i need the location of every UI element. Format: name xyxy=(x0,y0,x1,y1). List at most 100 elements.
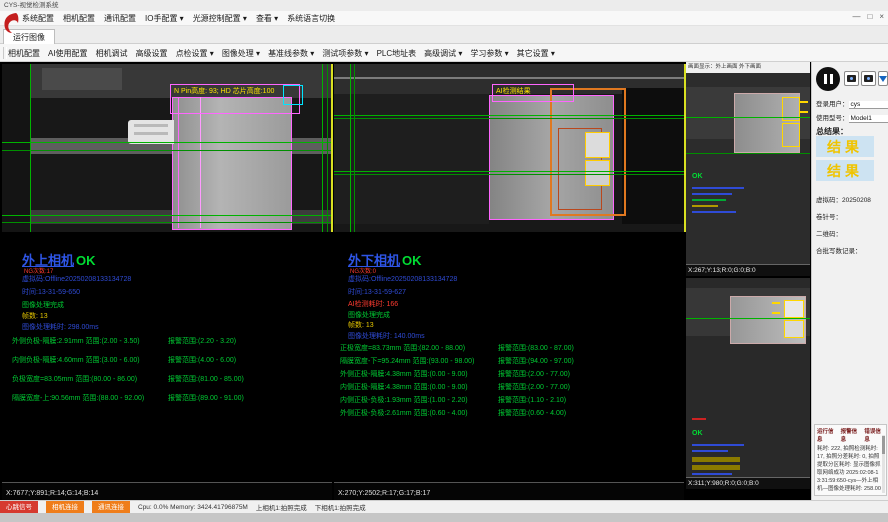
dropdown-button[interactable] xyxy=(878,71,888,86)
menu-item-language[interactable]: 系统语言切换 xyxy=(287,13,335,24)
model-row: 使用型号：Model1 xyxy=(816,112,888,123)
alarm-range: 报警范围:(94.00 - 97.00) xyxy=(498,356,574,366)
toolbar-item-spot-check[interactable]: 点检设置 ▾ xyxy=(176,48,214,59)
measurement-value: 负极宽度=83.05mm 范围:(80.00 - 86.00) xyxy=(12,376,137,383)
measurement-value: 隔膜宽度-下=95.24mm 范围:(93.00 - 98.00) xyxy=(340,358,474,365)
maximize-icon[interactable]: □ xyxy=(867,12,872,21)
measurement-row: 隔膜宽度-上:90.56mm 范围:(88.00 - 92.00) 报警范围:(… xyxy=(12,393,330,403)
center-status-ok: OK xyxy=(402,253,422,268)
center-panel-footer: X:270;Y:2502;R:17;G:17;B:17 xyxy=(334,482,684,500)
center-process-done: 图像处理完成 xyxy=(348,310,390,320)
preview-b-status: OK xyxy=(692,430,703,437)
measurement-value: 内侧正极-隔膜:4.38mm 范围:(0.00 - 9.00) xyxy=(340,384,468,391)
result-box-2: 结果 xyxy=(816,160,874,181)
close-icon[interactable]: × xyxy=(879,12,884,21)
toolbar-item-other-settings[interactable]: 其它设置 ▾ xyxy=(517,48,555,59)
left-barcode: 虚拟码:Offline20250208133134728 xyxy=(22,274,131,284)
left-camera-image: N Pin高度: 93; HD 芯片高度:100 xyxy=(2,64,332,232)
measurement-row: 外侧负极-隔膜:2.91mm 范围:(2.00 - 3.50) 报警范围:(2.… xyxy=(12,336,330,346)
qr-code-label: 二维码： xyxy=(816,228,842,238)
menu-bar: 系统配置 相机配置 通讯配置 IO手配置 ▾ 光源控制配置 ▾ 查看 ▾ 系统语… xyxy=(0,11,888,26)
center-frame-count: 帧数: 13 xyxy=(348,320,374,330)
measurement-value: 外侧负极-隔膜:2.91mm 范围:(2.00 - 3.50) xyxy=(12,338,140,345)
measurement-row: 外侧正极-隔膜:4.38mm 范围:(0.00 - 9.00) 报警范围:(2.… xyxy=(340,369,682,379)
status-bar: 心跳信号 相机连接 通讯连接 Cpu: 0.0% Memory: 3424.41… xyxy=(0,500,888,513)
left-camera-panel: N Pin高度: 93; HD 芯片高度:100 外上相机OK NG次数:17 … xyxy=(2,62,332,500)
left-panel-footer: X:7677;Y:891;R:14;G:14;B:14 xyxy=(2,482,332,500)
info-tab-run[interactable]: 运行信息 xyxy=(817,427,837,443)
camera-icon xyxy=(847,75,856,82)
left-cursor-coords: X:7677;Y:891;R:14;G:14;B:14 xyxy=(6,490,98,497)
cpu-memory-status: Cpu: 0.0% Memory: 3424.41796875M xyxy=(138,504,248,511)
alarm-range: 报警范围:(89.00 - 91.00) xyxy=(168,393,244,403)
pause-button[interactable] xyxy=(816,67,840,91)
toolbar-item-advanced-debug[interactable]: 高级调试 ▾ xyxy=(424,48,462,59)
toolbar-item-camera-debug[interactable]: 相机调试 xyxy=(96,48,128,59)
alarm-range: 报警范围:(4.00 - 6.00) xyxy=(168,355,236,365)
camera-save-button[interactable] xyxy=(861,71,876,86)
login-user-input[interactable]: cys xyxy=(849,101,888,109)
menu-item-io-config[interactable]: IO手配置 ▾ xyxy=(145,13,184,24)
measurement-value: 内侧正极-负极:1.93mm 范围:(1.00 - 2.20) xyxy=(340,397,468,404)
info-tab-alarm[interactable]: 报警信息 xyxy=(841,427,861,443)
preview-strip-label: 画面显示：外上画面 外下画面 xyxy=(686,62,810,73)
menu-item-comm-config[interactable]: 通讯配置 xyxy=(104,13,136,24)
info-log-text: 耗时: 222, 拍照检测耗时: 17, 拍照分差耗时: 0, 拍照提取分区耗时… xyxy=(815,444,886,496)
alarm-range: 报警范围:(2.00 - 77.00) xyxy=(498,369,570,379)
alarm-range: 报警范围:(2.20 - 3.20) xyxy=(168,336,236,346)
left-time: 时间:13-31-59-650 xyxy=(22,287,80,297)
model-label: 使用型号： xyxy=(816,115,849,122)
camera-icon xyxy=(864,75,873,82)
menu-item-system-config[interactable]: 系统配置 xyxy=(22,13,54,24)
center-cursor-coords: X:270;Y:2502;R:17;G:17;B:17 xyxy=(338,490,430,497)
center-barcode: 虚拟码:Offline20250208133134728 xyxy=(348,274,457,284)
model-input[interactable]: Model1 xyxy=(849,115,888,123)
left-process-time: 图像处理耗时: 298.00ms xyxy=(22,322,99,332)
tab-row: 运行图像 xyxy=(0,26,888,44)
toolbar-item-baseline-params[interactable]: 基准线参数 ▾ xyxy=(268,48,314,59)
toolbar-item-test-params[interactable]: 测试项参数 ▾ xyxy=(322,48,368,59)
toolbar-item-learning-params[interactable]: 学习参数 ▾ xyxy=(470,48,508,59)
toolbar-item-camera-config[interactable]: 相机配置 xyxy=(8,48,40,59)
menu-item-light-config[interactable]: 光源控制配置 ▾ xyxy=(193,13,247,24)
toolbar-item-plc-address[interactable]: PLC地址表 xyxy=(377,48,417,59)
toolbar-item-image-processing[interactable]: 图像处理 ▾ xyxy=(222,48,260,59)
camera-capture-button[interactable] xyxy=(844,71,859,86)
result-box-1: 结果 xyxy=(816,136,874,157)
info-scrollbar[interactable] xyxy=(882,435,885,493)
minimize-icon[interactable]: — xyxy=(852,12,860,21)
center-process-time: 图像处理耗时: 140.00ms xyxy=(348,331,425,341)
measurement-value: 隔膜宽度-上:90.56mm 范围:(88.00 - 92.00) xyxy=(12,395,144,402)
measurement-row: 内侧正极-隔膜:4.38mm 范围:(0.00 - 9.00) 报警范围:(2.… xyxy=(340,382,682,392)
measurement-row: 内侧正极-负极:1.93mm 范围:(1.00 - 2.20) 报警范围:(1.… xyxy=(340,395,682,405)
right-sidebar: 登录用户：cys 使用型号：Model1 总结果： 结果 结果 虚拟码：2025… xyxy=(811,62,888,500)
app-logo-icon xyxy=(3,12,19,39)
measurement-value: 外侧正极-负极:2.61mm 范围:(0.60 - 4.00) xyxy=(340,410,468,417)
preview-a-status: OK xyxy=(692,173,703,180)
center-time: 时间:13-31-59-627 xyxy=(348,287,406,297)
app-window: CYS-视觉检测系统 系统配置 相机配置 通讯配置 IO手配置 ▾ 光源控制配置… xyxy=(0,0,888,522)
chevron-down-icon xyxy=(879,76,887,82)
center-camera-panel: AI检测结果 外下相机OK NG次数:0 虚拟码:Offline20250208… xyxy=(334,62,684,500)
preview-a-coords: X:267;Y:13;R:0;G:0;B:0 xyxy=(686,264,810,276)
preview-a-image[interactable]: OK xyxy=(686,73,810,264)
center-image-overlay-label: AI检测结果 xyxy=(496,86,531,96)
main-area: N Pin高度: 93; HD 芯片高度:100 外上相机OK NG次数:17 … xyxy=(0,62,888,500)
toolbar-grip[interactable] xyxy=(3,47,7,59)
alarm-range: 报警范围:(2.00 - 77.00) xyxy=(498,382,570,392)
measurement-row: 外侧正极-负极:2.61mm 范围:(0.60 - 4.00) 报警范围:(0.… xyxy=(340,408,682,418)
preview-b-image[interactable]: OK xyxy=(686,278,810,477)
center-camera-image: AI检测结果 xyxy=(334,64,684,232)
upper-camera-status: 上相机1:拍照完成 xyxy=(256,502,307,512)
preview-column: 画面显示：外上画面 外下画面 OK X:267;Y:13;R:0;G:0;B:0 xyxy=(686,62,810,500)
toolbar-item-advanced-settings[interactable]: 高级设置 xyxy=(136,48,168,59)
alarm-range: 报警范围:(81.00 - 85.00) xyxy=(168,374,244,384)
menu-item-camera-config[interactable]: 相机配置 xyxy=(63,13,95,24)
measurement-value: 内侧负极-隔膜:4.60mm 范围:(3.00 - 6.00) xyxy=(12,357,140,364)
chip-region-outline xyxy=(283,85,303,105)
menu-item-view[interactable]: 查看 ▾ xyxy=(256,13,278,24)
toolbar-item-ai-config[interactable]: AI使用配置 xyxy=(48,48,88,59)
measurement-value: 正极宽度=83.73mm 范围:(82.00 - 88.00) xyxy=(340,345,465,352)
lower-camera-status: 下相机1:拍照完成 xyxy=(315,502,366,512)
info-panel: 运行信息 报警信息 错误信息 耗时: 222, 拍照检测耗时: 17, 拍照分差… xyxy=(814,424,887,496)
